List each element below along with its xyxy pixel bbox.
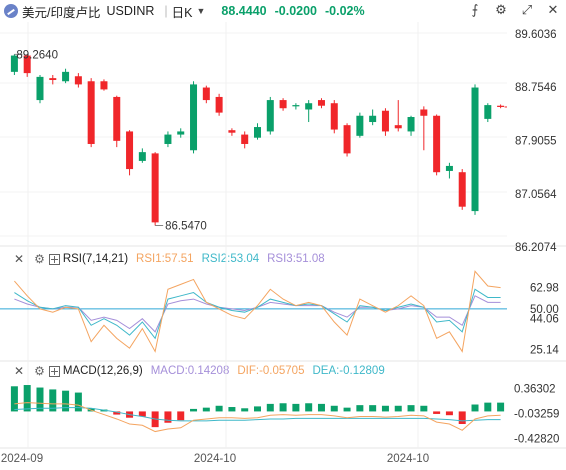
candle-body [420,109,428,116]
candle-body [330,103,338,130]
macd-histogram-bar [433,411,441,414]
macd-histogram-bar [292,403,300,412]
candle-body [202,87,210,101]
high-label: 89.2640 [16,49,58,61]
date-axis-label: 2024-09 [1,453,43,465]
candle-body [177,131,185,135]
candle-body [433,115,441,173]
candle-body [305,103,313,110]
macd-histogram-bar [241,408,249,412]
macd-histogram-bar [330,405,338,412]
date-axis-label: 2024-10 [194,453,236,465]
macd-histogram-bar [228,407,236,412]
candle-body [87,81,95,144]
candle-body [36,76,44,101]
chart-canvas[interactable]: 89.6036 88.7546 87.9055 87.0564 86.2074 89.26… [0,0,566,470]
macd-histogram-bar [458,411,466,424]
macd-histogram-bar [445,411,453,416]
macd-histogram-bar [484,402,492,412]
candle-body [407,117,415,132]
macd-histogram-bar [497,402,505,412]
macd-histogram-bar [177,411,185,421]
macd-histogram-bar [356,405,364,412]
candle-body [458,172,466,207]
rsi-axis-label: 25.14 [530,345,559,357]
date-axis-label: 2024-10 [387,453,429,465]
rsi-axis-label: 44.06 [530,314,559,326]
candle-body [190,84,198,151]
candle-body [151,153,159,223]
candle-body [74,76,82,85]
candle-body [266,100,274,132]
macd-histogram-bar [471,404,479,412]
candle-body [113,96,121,141]
macd-axis-label: 0.36302 [514,384,556,396]
candle-body [369,115,377,123]
candle-body [497,105,505,107]
macd-histogram-bar [394,405,402,412]
macd-histogram-bar [279,403,287,412]
price-axis-label: 87.0564 [515,189,557,201]
candle-body [471,87,479,212]
macd-histogram-bar [317,403,325,412]
macd-histogram-bar [74,392,82,412]
macd-histogram-bar [266,403,274,412]
candle-body [228,130,236,133]
macd-histogram-bar [10,386,18,412]
candle-body [164,134,172,144]
rsi3-line [14,295,501,333]
candle-body [343,125,351,154]
macd-histogram-bar [420,405,428,412]
low-label: 86.5470 [165,221,207,233]
macd-histogram-bar [254,406,261,412]
candle-body [292,105,300,107]
macd-histogram-bar [305,403,313,412]
candle-body [445,165,453,171]
candle-body [126,131,134,170]
macd-axis-label: -0.03259 [514,408,559,420]
candle-body [241,134,249,144]
candle-body [100,81,108,90]
macd-histogram-bar [343,407,351,412]
macd-axis-label: -0.42820 [514,433,559,445]
candle-body [254,127,261,138]
candle-body [394,125,402,129]
price-axis-label: 86.2074 [515,242,557,254]
macd-histogram-bar [369,405,377,412]
candle-body [49,78,57,81]
candle-body [356,115,364,136]
macd-histogram-bar [407,405,415,412]
macd-histogram-bar [190,408,198,412]
macd-histogram-bar [164,411,172,423]
candle-body [484,105,492,119]
price-axis-label: 87.9055 [515,136,557,148]
price-axis-label: 89.6036 [515,29,557,41]
candle-body [317,100,325,106]
macd-histogram-bar [381,405,389,412]
price-axis-label: 88.7546 [515,82,557,94]
rsi-axis-label: 62.98 [530,283,559,295]
candle-body [215,96,223,113]
candle-body [62,71,70,82]
macd-histogram-bar [202,407,210,412]
candle-body [138,152,146,161]
macd-histogram-bar [23,385,31,412]
macd-histogram-bar [62,390,70,412]
candle-body [381,110,389,132]
candle-body [279,100,287,109]
macd-histogram-bar [215,405,223,412]
